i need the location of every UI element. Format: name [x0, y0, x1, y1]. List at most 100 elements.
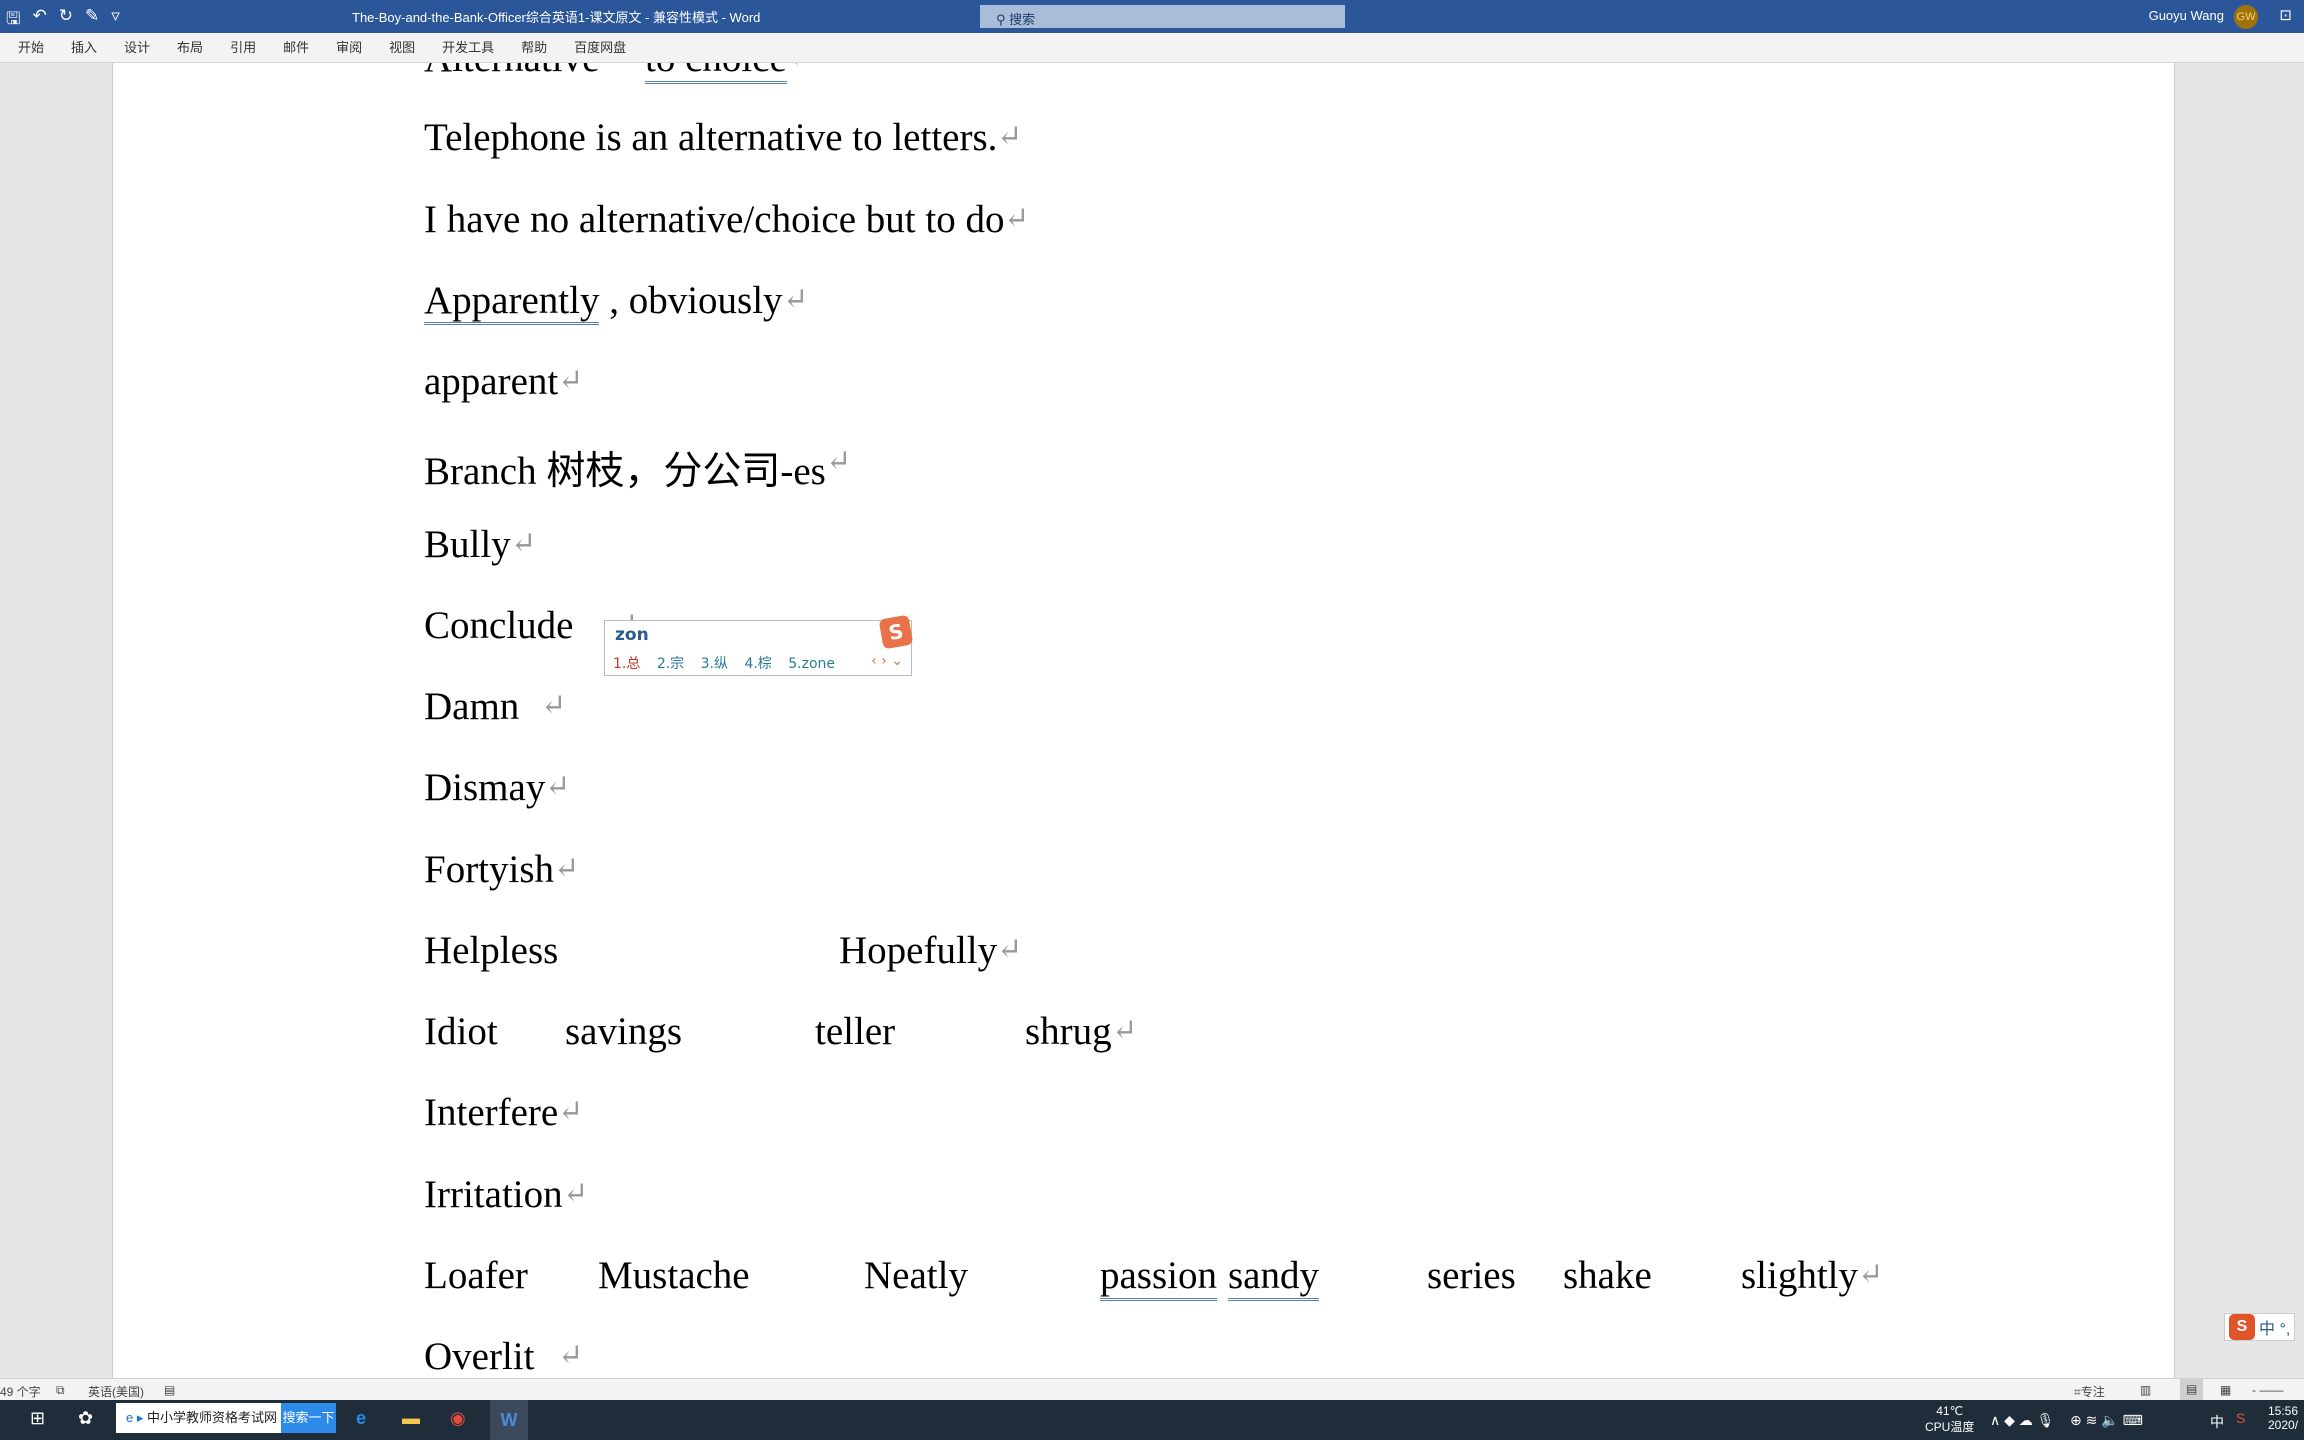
- document-page[interactable]: Alternativeto choice↵ Telephone is an alt…: [112, 63, 2175, 1378]
- word-taskbar-icon[interactable]: W: [490, 1400, 528, 1440]
- paragraph-mark: ↵: [545, 770, 571, 803]
- paragraph-mark: ↵: [563, 1177, 589, 1210]
- focus-mode[interactable]: ⌗专注: [2074, 1383, 2105, 1400]
- paragraph-mark: ↵: [541, 689, 567, 722]
- title-bar: 🖫 ↶ ↻ ✎ ▿ The-Boy-and-the-Bank-Officer综合…: [0, 0, 2304, 33]
- document-line[interactable]: Overlit ↵: [113, 1334, 2174, 1378]
- user-name[interactable]: Guoyu Wang: [2149, 8, 2224, 23]
- tab-mailings[interactable]: 邮件: [283, 33, 309, 62]
- language[interactable]: 英语(美国): [88, 1383, 144, 1400]
- web-layout-icon[interactable]: ▦: [2220, 1383, 2231, 1397]
- task-view-icon[interactable]: ⊞: [30, 1408, 45, 1429]
- file-explorer-icon[interactable]: ▬: [402, 1408, 420, 1429]
- search-icon: ⚲: [996, 12, 1010, 27]
- ime-candidate[interactable]: 4.棕: [744, 656, 771, 672]
- document-word: Branch 树枝，分公司-es: [424, 450, 826, 493]
- document-word: shrug: [1025, 1010, 1112, 1053]
- temp-label: CPU温度: [1925, 1420, 1975, 1434]
- document-word: Mustache: [598, 1254, 750, 1297]
- tab-developer[interactable]: 开发工具: [442, 33, 494, 62]
- document-line[interactable]: Interfere ↵: [113, 1090, 2174, 1150]
- document-line[interactable]: apparent ↵: [113, 359, 2174, 419]
- document-word: Overlit: [424, 1335, 535, 1378]
- sogou-tray-icon[interactable]: S: [2236, 1410, 2245, 1426]
- tab-view[interactable]: 视图: [389, 33, 415, 62]
- ime-status-bar[interactable]: S 中 °,: [2224, 1313, 2296, 1341]
- document-line[interactable]: Alternative to choice↵: [113, 63, 2174, 96]
- ime-mode[interactable]: 中 °,: [2259, 1315, 2290, 1339]
- paragraph-mark: ↵: [1004, 202, 1030, 235]
- document-word: Dismay: [424, 766, 546, 809]
- clock[interactable]: 15:56 2020/: [2268, 1404, 2298, 1432]
- tab-help[interactable]: 帮助: [521, 33, 547, 62]
- paragraph-mark: ↵: [554, 852, 580, 885]
- word-count[interactable]: 49 个字: [0, 1383, 41, 1400]
- document-line[interactable]: Telephone is an alternative to letters. ↵: [113, 115, 2174, 175]
- document-line[interactable]: Helpless Hopefully ↵: [113, 928, 2174, 988]
- edge-icon[interactable]: e: [356, 1408, 366, 1429]
- paragraph-mark: ↵: [1112, 1014, 1138, 1047]
- document-word: slightly: [1741, 1254, 1859, 1297]
- tab-review[interactable]: 审阅: [336, 33, 362, 62]
- document-line[interactable]: Conclude↵: [113, 603, 2174, 663]
- time: 15:56: [2268, 1404, 2299, 1418]
- save-icon[interactable]: 🖫: [6, 6, 20, 35]
- document-word: Damn: [424, 685, 520, 728]
- document-word: Fortyish: [424, 848, 555, 891]
- ime-page-nav[interactable]: ‹ › ⌄: [871, 653, 903, 669]
- paragraph-mark: ↵: [997, 120, 1023, 153]
- document-line[interactable]: Fortyish ↵: [113, 847, 2174, 907]
- customize-qat-icon[interactable]: ▿: [111, 6, 120, 35]
- document-line[interactable]: Bully ↵: [113, 522, 2174, 582]
- document-word: I have no alternative/choice but to do: [424, 198, 1005, 241]
- document-word: Interfere: [424, 1091, 559, 1134]
- ribbon-display-options-icon[interactable]: ⊡: [2279, 6, 2292, 24]
- document-word: teller: [815, 1010, 896, 1053]
- format-painter-icon[interactable]: ✎: [85, 6, 99, 35]
- ime-candidate[interactable]: 2.宗: [657, 656, 684, 672]
- search-box[interactable]: ⚲ 搜索: [980, 5, 1345, 28]
- document-word: Helpless: [424, 929, 559, 972]
- app-icon[interactable]: ✿: [78, 1408, 93, 1429]
- tab-layout[interactable]: 布局: [177, 33, 203, 62]
- avatar[interactable]: GW: [2234, 5, 2258, 29]
- paragraph-mark: ↵: [826, 445, 852, 478]
- document-word: to choice: [645, 63, 787, 84]
- document-word: Telephone is an alternative to letters.: [424, 116, 998, 159]
- ribbon-tabs: 开始 插入 设计 布局 引用 邮件 审阅 视图 开发工具 帮助 百度网盘: [0, 33, 2304, 63]
- paragraph-mark: ↵: [558, 1095, 584, 1128]
- zoom-slider[interactable]: - ——: [2252, 1383, 2283, 1397]
- ie-icon: e ▸: [126, 1410, 147, 1425]
- document-line[interactable]: Dismay ↵: [113, 765, 2174, 825]
- proofing-icon[interactable]: ⧉: [56, 1383, 65, 1398]
- ime-indicator[interactable]: 中: [2210, 1412, 2224, 1432]
- document-line[interactable]: Loafer Mustache Neatly passion sandy series sh…: [113, 1253, 2174, 1313]
- chrome-icon[interactable]: ◉: [450, 1408, 466, 1429]
- ime-candidate[interactable]: 5.zone: [788, 656, 835, 672]
- paragraph-mark: ↵: [558, 1339, 584, 1372]
- ime-candidate-window: zon S 1.总 2.宗 3.纵 4.棕 5.zone ‹ › ⌄: [604, 614, 914, 676]
- document-line[interactable]: Idiot savings teller shrug ↵: [113, 1009, 2174, 1069]
- tab-design[interactable]: 设计: [124, 33, 150, 62]
- tab-home[interactable]: 开始: [18, 33, 44, 62]
- document-line[interactable]: I have no alternative/choice but to do ↵: [113, 197, 2174, 257]
- tab-references[interactable]: 引用: [230, 33, 256, 62]
- print-layout-icon[interactable]: ▤: [2180, 1379, 2204, 1400]
- undo-icon[interactable]: ↶: [32, 6, 46, 35]
- redo-icon[interactable]: ↻: [59, 6, 73, 35]
- document-line[interactable]: Irritation ↵: [113, 1172, 2174, 1232]
- read-mode-icon[interactable]: ▥: [2140, 1383, 2151, 1397]
- paragraph-mark: ↵: [997, 933, 1023, 966]
- tab-insert[interactable]: 插入: [71, 33, 97, 62]
- ime-candidate[interactable]: 3.纵: [701, 656, 728, 672]
- document-word: Neatly: [864, 1254, 968, 1297]
- document-line[interactable]: Apparently , obviously ↵: [113, 278, 2174, 338]
- document-line[interactable]: Damn ↵: [113, 684, 2174, 744]
- tray-icons[interactable]: ∧ ◆ ☁ 🎙 ⊕ ≋ 🔈 ⌨: [1990, 1412, 2143, 1429]
- taskbar: ⊞ ✿ e ▸ 中小学教师资格考试网 搜索一下 e ▬ ◉ W 41℃ CPU温度…: [0, 1400, 2304, 1440]
- macro-icon[interactable]: ▤: [164, 1383, 175, 1397]
- taskbar-search-button[interactable]: 搜索一下: [281, 1403, 336, 1433]
- document-line[interactable]: Branch 树枝，分公司-es ↵: [113, 440, 2174, 500]
- tab-baidu-netdisk[interactable]: 百度网盘: [574, 33, 626, 62]
- ime-candidate[interactable]: 1.总: [613, 656, 640, 672]
